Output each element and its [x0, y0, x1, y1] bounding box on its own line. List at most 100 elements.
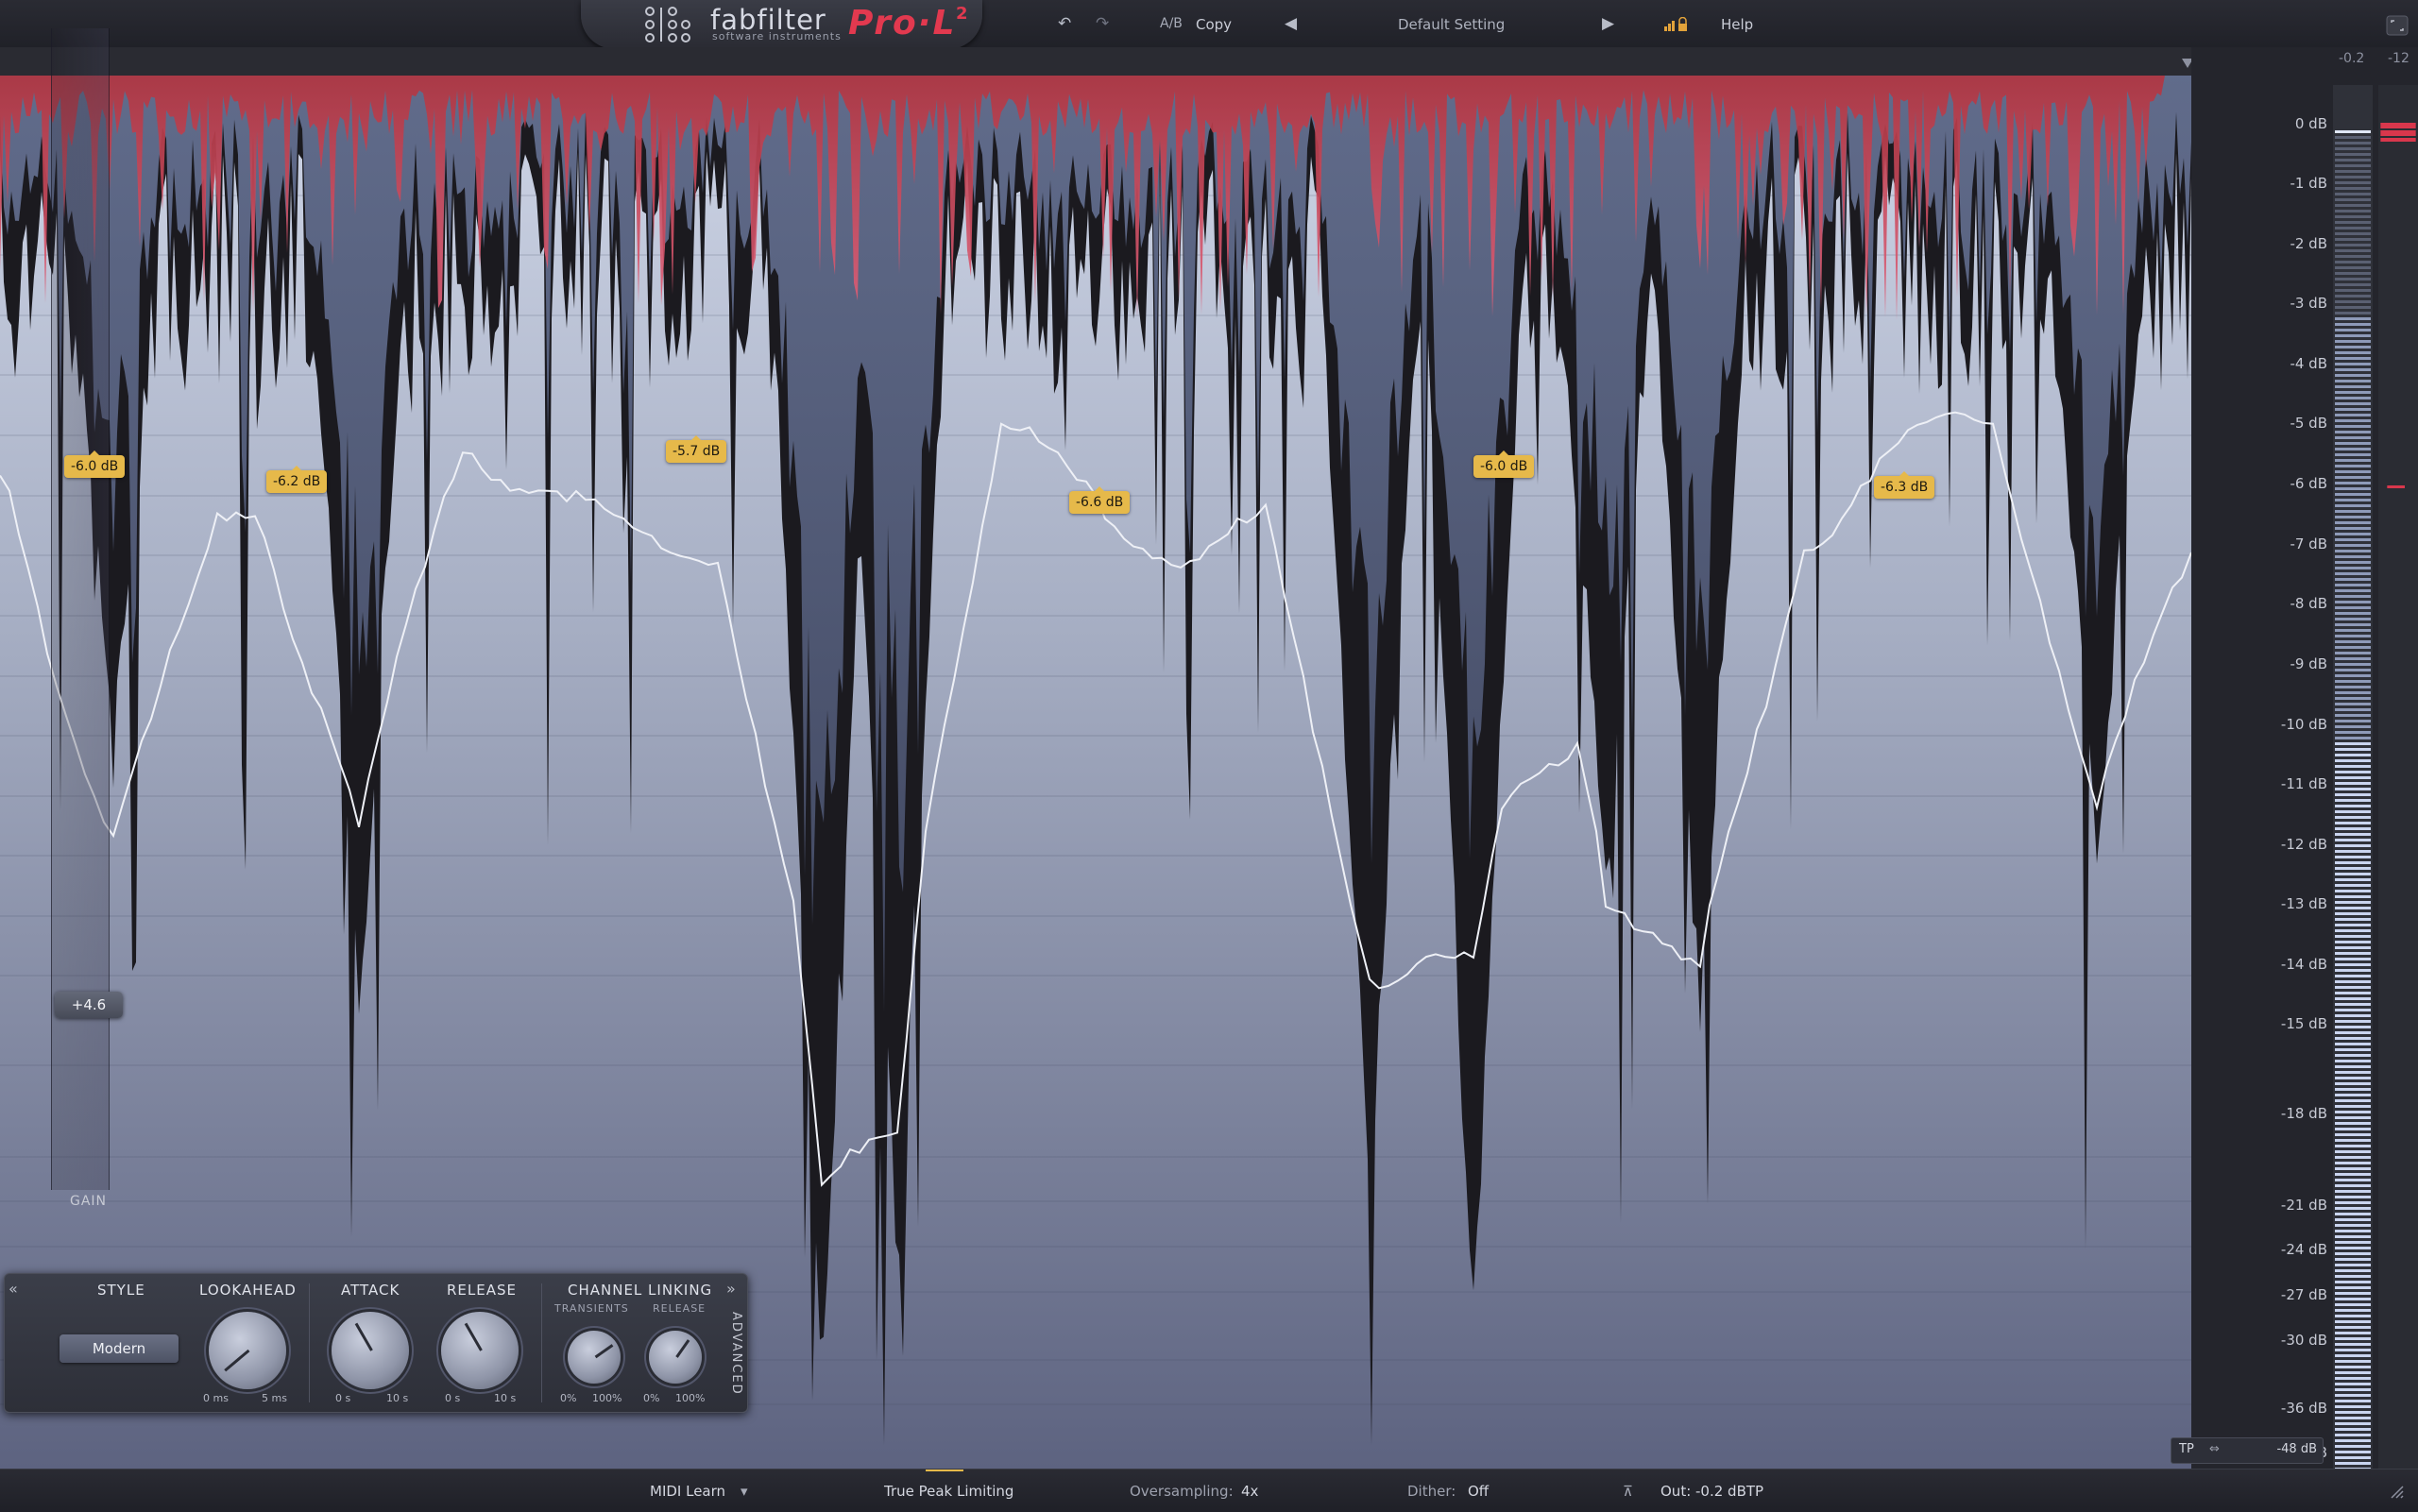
db-scale-label: -18 dB — [2280, 1105, 2327, 1122]
meter-segment — [2335, 550, 2371, 552]
release-knob[interactable] — [441, 1312, 519, 1389]
meter-segment — [2335, 1360, 2371, 1363]
meter-segment — [2335, 1043, 2371, 1045]
db-scale-label: -11 dB — [2280, 775, 2327, 792]
brand-subtitle: software instruments — [712, 30, 842, 42]
midi-dropdown-icon[interactable]: ▾ — [741, 1483, 748, 1500]
meter-mode-icon[interactable]: ⇔ — [2209, 1442, 2220, 1456]
meter-segment — [2335, 272, 2371, 275]
collapse-left-icon[interactable]: « — [9, 1280, 18, 1298]
midi-learn-button[interactable]: MIDI Learn — [650, 1483, 725, 1500]
linking-release-knob[interactable] — [649, 1331, 702, 1384]
meter-segment — [2335, 317, 2371, 320]
resize-handle-icon[interactable] — [2388, 1483, 2407, 1502]
meter-segment — [2335, 952, 2371, 955]
dither-value[interactable]: Off — [1468, 1483, 1489, 1500]
attack-knob[interactable] — [332, 1312, 409, 1389]
meter-segment — [2335, 725, 2371, 728]
db-scale-label: -3 dB — [2290, 295, 2327, 312]
meter-segment — [2335, 867, 2371, 870]
meter-segment — [2335, 1156, 2371, 1159]
redo-icon[interactable]: ↷ — [1096, 14, 1109, 33]
reduction-badge: -6.0 dB — [1473, 450, 1535, 478]
meter-segment — [2335, 1428, 2371, 1431]
transients-label: TRANSIENTS — [554, 1302, 629, 1315]
advanced-toggle[interactable]: ADVANCED — [721, 1312, 743, 1406]
peak-left-readout[interactable]: -0.2 — [2339, 51, 2364, 66]
meter-segment — [2335, 1224, 2371, 1227]
ab-button[interactable]: A/B — [1160, 16, 1183, 31]
reduction-badge: -6.3 dB — [1874, 471, 1935, 499]
db-scale-label: 0 dB — [2294, 115, 2327, 132]
meter-segment — [2335, 414, 2371, 416]
meter-segment — [2335, 1349, 2371, 1351]
meter-segment — [2335, 1184, 2371, 1187]
preset-prev-icon[interactable]: ◀ — [1285, 14, 1297, 33]
meter-segment — [2335, 544, 2371, 547]
meter-segment — [2335, 839, 2371, 841]
preset-next-icon[interactable]: ▶ — [1602, 14, 1614, 33]
meter-segment — [2335, 1162, 2371, 1164]
style-selector[interactable]: Modern — [60, 1334, 179, 1363]
help-button[interactable]: Help — [1721, 16, 1753, 33]
meter-segment — [2335, 1366, 2371, 1368]
meter-segment — [2335, 419, 2371, 422]
meter-segment — [2335, 612, 2371, 615]
meter-segment — [2335, 1281, 2371, 1283]
meter-segment — [2335, 686, 2371, 688]
db-scale-label: -7 dB — [2290, 535, 2327, 552]
meter-segment — [2335, 652, 2371, 654]
peak-right-readout[interactable]: -12 — [2388, 51, 2409, 66]
divider — [309, 1283, 310, 1402]
meter-segment — [2335, 295, 2371, 297]
meter-segment — [2335, 436, 2371, 439]
undo-icon[interactable]: ↶ — [1058, 14, 1071, 33]
waveform-display[interactable] — [0, 47, 2191, 1469]
meter-segment — [2335, 1139, 2371, 1142]
meter-segment — [2335, 629, 2371, 632]
meter-range[interactable]: -48 dB — [2276, 1442, 2317, 1456]
true-peak-button[interactable]: True Peak Limiting — [884, 1483, 1013, 1500]
meter-segment — [2335, 635, 2371, 637]
meter-segment — [2335, 1014, 2371, 1017]
graph-top-strip — [0, 47, 2191, 76]
oversampling-value[interactable]: 4x — [1241, 1483, 1258, 1500]
meter-segment — [2335, 255, 2371, 258]
expand-right-icon[interactable]: » — [726, 1280, 736, 1298]
meter-segment — [2335, 703, 2371, 705]
gain-value[interactable]: +4.6 — [55, 992, 123, 1018]
meter-segment — [2335, 499, 2371, 501]
meter-segment — [2335, 578, 2371, 581]
meter-segment — [2335, 1128, 2371, 1130]
meter-segment — [2335, 1315, 2371, 1317]
meter-segment — [2335, 1292, 2371, 1295]
meter-segment — [2335, 261, 2371, 263]
meter-segment — [2335, 623, 2371, 626]
meter-segment — [2335, 572, 2371, 575]
meter-segment — [2335, 1400, 2371, 1402]
meter-segment — [2335, 408, 2371, 411]
meter-segment — [2335, 1020, 2371, 1023]
output-options-icon[interactable]: ⊼ — [1623, 1483, 1633, 1500]
lock-icon[interactable] — [1664, 17, 1689, 32]
reduction-badge: -6.0 dB — [64, 450, 126, 478]
meter-segment — [2335, 1275, 2371, 1278]
tp-toggle[interactable]: TP — [2179, 1442, 2194, 1456]
preset-name[interactable]: Default Setting — [1398, 16, 1505, 33]
meter-segment — [2335, 1150, 2371, 1153]
true-peak-indicator — [926, 1470, 963, 1471]
meter-segment — [2335, 1167, 2371, 1170]
meter-segment — [2335, 357, 2371, 360]
lookahead-knob[interactable] — [209, 1312, 286, 1389]
meter-segment — [2335, 136, 2371, 139]
meter-segment — [2335, 1213, 2371, 1215]
release-header: RELEASE — [447, 1282, 517, 1299]
db-scale-label: -4 dB — [2290, 355, 2327, 372]
meter-segment — [2335, 1411, 2371, 1414]
meter-footer: TP ⇔ -48 dB — [2171, 1437, 2324, 1464]
fullscreen-icon[interactable] — [2386, 15, 2409, 36]
meter-segment — [2335, 720, 2371, 722]
transients-knob[interactable] — [568, 1331, 621, 1384]
meter-segment — [2335, 810, 2371, 813]
copy-button[interactable]: Copy — [1196, 16, 1232, 33]
